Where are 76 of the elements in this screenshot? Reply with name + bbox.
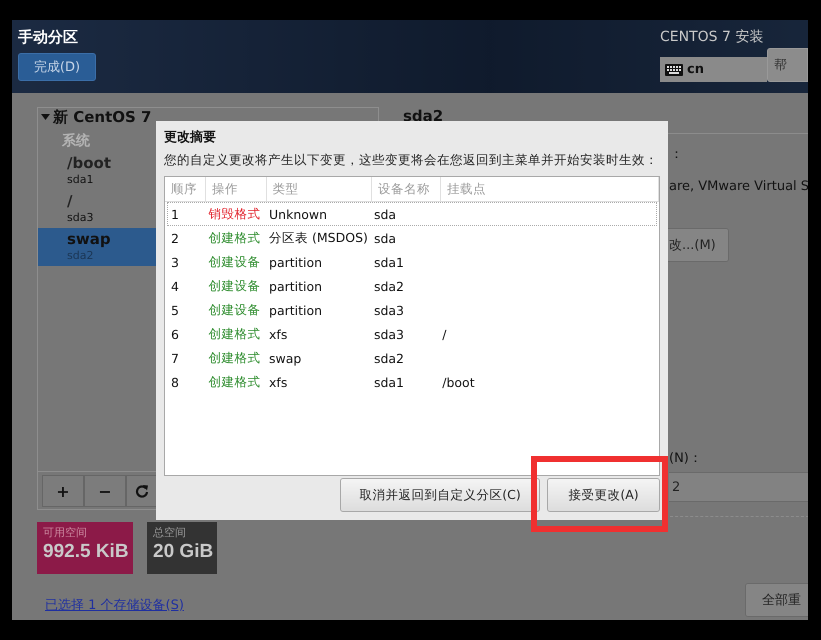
column-header[interactable]: 顺序: [165, 177, 206, 201]
table-cell-text: /boot: [441, 374, 476, 392]
change-row[interactable]: 3 创建设备 partition sda1: [167, 250, 657, 274]
table-cell-text: 创建设备: [208, 276, 262, 294]
refresh-icon: [134, 484, 148, 498]
table-cell-text: 创建格式: [208, 348, 262, 366]
device-description: are, VMware Virtual S: [669, 178, 808, 196]
accept-button[interactable]: 接受更改(A): [547, 478, 660, 512]
product-title: CENTOS 7 安装: [660, 28, 764, 47]
keyboard-layout-text: cn: [687, 62, 704, 77]
partition-item[interactable]: / sda3: [38, 190, 156, 228]
table-cell-text: swap: [268, 350, 302, 368]
table-cell-text: 创建设备: [208, 300, 262, 318]
tree-root[interactable]: 新 CentOS 7: [38, 107, 152, 127]
column-header[interactable]: 挂载点: [440, 177, 660, 201]
table-cell-text: 创建格式: [208, 228, 262, 246]
table-cell-text: 创建设备: [208, 252, 262, 270]
table-cell-text: sda1: [372, 254, 406, 272]
change-row[interactable]: 8 创建格式 xfs sda1 /boot: [167, 370, 657, 394]
dialog-message: 您的自定义更改将产生以下变更，这些变更将会在您返回到主菜单并开始安装时生效：: [164, 151, 658, 169]
column-header[interactable]: 操作: [206, 177, 267, 201]
storage-devices-link[interactable]: 已选择 1 个存储设备(S): [45, 596, 184, 614]
group-label: 系统: [61, 132, 90, 151]
partition-item[interactable]: /boot sda1: [38, 152, 156, 190]
column-header[interactable]: 设备名称: [372, 177, 441, 201]
table-cell-text: 5: [170, 302, 180, 320]
table-cell-text: sda2: [372, 278, 406, 296]
table-cell-text: /: [441, 326, 448, 344]
reset-all-button[interactable]: 全部重: [745, 583, 808, 617]
cancel-button[interactable]: 取消并返回到自定义分区(C): [340, 478, 540, 512]
change-row[interactable]: 7 创建格式 swap sda2: [167, 346, 657, 370]
change-row[interactable]: 1 销毁格式 Unknown sda: [167, 202, 657, 226]
table-cell-text: sda3: [372, 302, 406, 320]
change-row[interactable]: 5 创建设备 partition sda3: [167, 298, 657, 322]
change-row[interactable]: 6 创建格式 xfs sda3 /: [167, 322, 657, 346]
table-cell-text: sda2: [372, 350, 406, 368]
table-cell-text: partition: [268, 254, 324, 272]
table-cell-text: 销毁格式: [208, 204, 262, 222]
partition-item[interactable]: swap sda2: [38, 228, 156, 266]
help-button[interactable]: 帮: [767, 48, 808, 82]
table-cell-text: 3: [170, 254, 180, 272]
table-cell-text: 分区表 (MSDOS): [268, 228, 369, 246]
table-cell-text: sda1: [372, 374, 406, 392]
dialog-title: 更改摘要: [164, 128, 216, 147]
table-cell-text: partition: [268, 278, 324, 296]
table-cell-text: 7: [170, 350, 180, 368]
done-button[interactable]: 完成(D): [18, 53, 96, 81]
space-card: 可用空间 992.5 KiB: [37, 522, 133, 574]
table-cell-text: sda3: [372, 326, 406, 344]
name-field[interactable]: 2: [669, 472, 808, 502]
keyboard-layout-field[interactable]: cn: [660, 57, 767, 82]
table-cell-text: 8: [170, 374, 180, 392]
table-cell-text: partition: [268, 302, 324, 320]
table-cell-text: xfs: [268, 326, 288, 344]
table-cell-text: sda: [372, 206, 398, 224]
refresh-button[interactable]: [126, 475, 156, 507]
name-label: (N)：: [669, 450, 702, 468]
table-cell-text: 1: [170, 206, 180, 224]
table-cell-text: 4: [170, 278, 180, 296]
table-cell-text: 创建格式: [208, 324, 262, 342]
remove-button[interactable]: −: [84, 475, 126, 507]
table-cell-text: 2: [170, 230, 180, 248]
column-header[interactable]: 类型: [266, 177, 372, 201]
table-cell-text: Unknown: [268, 206, 328, 224]
table-cell-text: 6: [170, 326, 180, 344]
add-button[interactable]: +: [42, 475, 84, 507]
table-cell-text: xfs: [268, 374, 288, 392]
change-row[interactable]: 2 创建格式 分区表 (MSDOS) sda: [167, 226, 657, 250]
keyboard-icon: [665, 64, 683, 76]
space-card: 总空间 20 GiB: [147, 522, 217, 574]
table-cell-text: sda: [372, 230, 398, 248]
device-title: sda2: [402, 106, 444, 126]
screen-title: 手动分区: [18, 27, 79, 47]
table-cell-text: 创建格式: [208, 372, 262, 390]
field-label: ：: [670, 146, 683, 164]
change-row[interactable]: 4 创建设备 partition sda2: [167, 274, 657, 298]
